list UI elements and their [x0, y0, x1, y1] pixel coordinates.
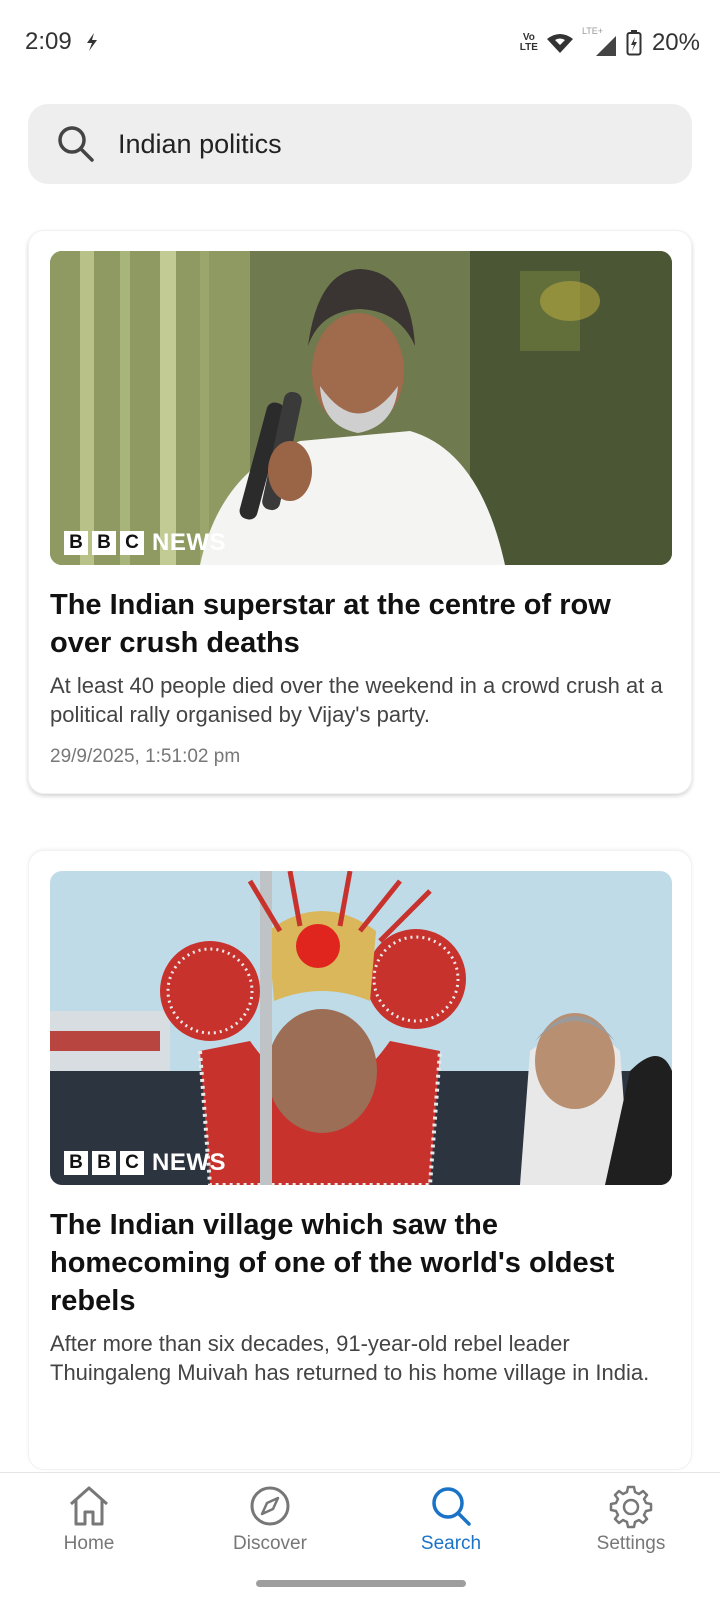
nav-home-label: Home [63, 1533, 115, 1554]
nav-discover[interactable]: Discover [200, 1483, 340, 1555]
battery-percent: 20% [651, 29, 700, 56]
search-icon [58, 126, 94, 162]
charging-bolt-icon [87, 33, 97, 51]
status-bar: 2:09 Vo LTE LTE+ 20% [0, 0, 720, 86]
article-description: At least 40 people died over the weekend… [50, 673, 663, 727]
nav-settings[interactable]: Settings [561, 1483, 701, 1555]
home-indicator[interactable] [256, 1580, 466, 1587]
status-time: 2:09 [25, 28, 72, 55]
volte-icon: Vo LTE [519, 32, 538, 53]
nav-search[interactable]: Search [381, 1483, 521, 1555]
nav-settings-label: Settings [596, 1533, 666, 1554]
article-title[interactable]: The Indian village which saw the homecom… [50, 1206, 670, 1320]
status-icons: Vo LTE LTE+ 20% [520, 26, 700, 60]
battery-icon [626, 30, 642, 56]
compass-icon [250, 1486, 290, 1526]
nav-search-label: Search [420, 1533, 482, 1554]
article-image[interactable]: B B C NEWS [50, 871, 672, 1185]
article-description: After more than six decades, 91-year-old… [50, 1331, 650, 1385]
search-icon [432, 1487, 471, 1526]
article-title[interactable]: The Indian superstar at the centre of ro… [50, 586, 670, 662]
article-date: 29/9/2025, 1:51:02 pm [50, 746, 241, 767]
article-card[interactable]: B B C NEWS The Indian village which saw … [28, 850, 692, 1470]
nav-discover-label: Discover [233, 1533, 307, 1554]
nav-home[interactable]: Home [19, 1483, 159, 1555]
bbc-news-logo: B B C NEWS [64, 1149, 226, 1177]
article-image[interactable]: B B C NEWS [50, 251, 672, 565]
gear-icon [609, 1485, 653, 1529]
home-icon [70, 1486, 108, 1526]
article-card[interactable]: B B C NEWS The Indian superstar at the c… [28, 230, 692, 794]
signal-icon: LTE+ [582, 26, 618, 58]
article-photo [50, 251, 672, 565]
article-photo [50, 871, 672, 1185]
search-bar[interactable] [28, 104, 692, 184]
wifi-icon [546, 34, 573, 53]
bbc-news-logo: B B C NEWS [64, 529, 226, 557]
search-input[interactable] [118, 104, 658, 184]
